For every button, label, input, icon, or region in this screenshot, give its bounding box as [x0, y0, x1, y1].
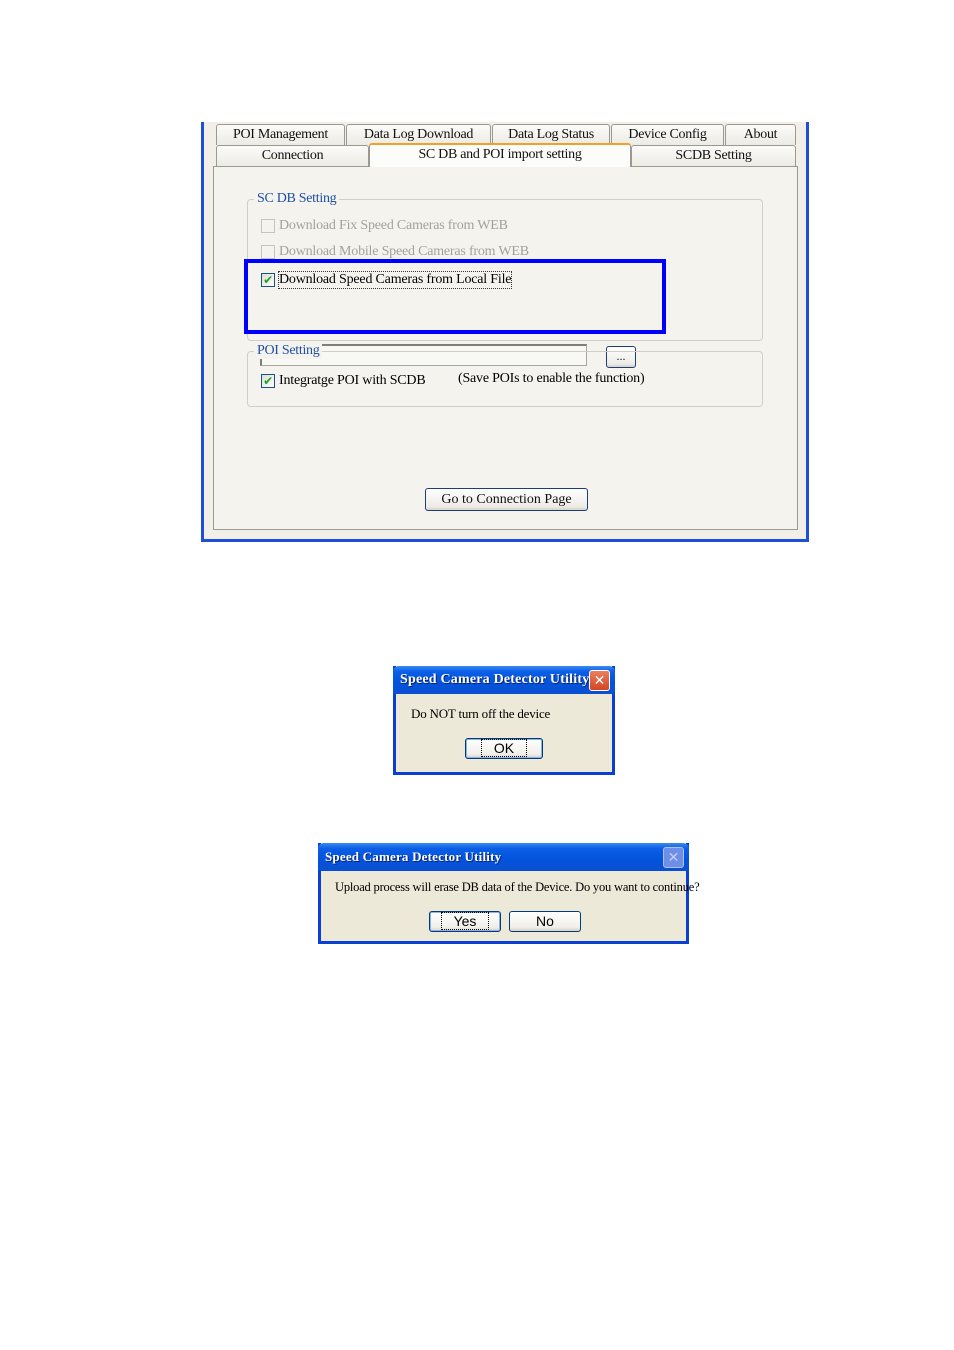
close-icon[interactable]: ✕ — [663, 847, 684, 868]
checkmark-icon: ✔ — [263, 374, 273, 388]
go-to-connection-button[interactable]: Go to Connection Page — [425, 488, 588, 511]
tab-about[interactable]: About — [725, 124, 796, 145]
mobile-cameras-checkbox[interactable] — [261, 245, 275, 259]
warning-dialog-titlebar[interactable]: Speed Camera Detector Utility — [393, 666, 615, 694]
warning-message: Do NOT turn off the device — [411, 706, 551, 721]
confirm-message: Upload process will erase DB data of the… — [335, 880, 700, 894]
mobile-cameras-option[interactable]: Download Mobile Speed Cameras from WEB — [261, 244, 529, 260]
confirm-dialog-title: Speed Camera Detector Utility — [325, 849, 502, 864]
tab-sc-db-poi-import[interactable]: SC DB and POI import setting — [369, 143, 631, 167]
tab-poi-management[interactable]: POI Management — [216, 124, 345, 145]
tab-panel: SC DB Setting Download Fix Speed Cameras… — [213, 166, 798, 530]
ok-button[interactable]: OK — [465, 738, 543, 759]
integrate-poi-option[interactable]: ✔ Integratge POI with SCDB — [261, 373, 426, 389]
tab-device-config[interactable]: Device Config — [611, 124, 724, 145]
fix-cameras-checkbox[interactable] — [261, 219, 275, 233]
warning-dialog: Speed Camera Detector Utility ✕ Do NOT t… — [393, 666, 615, 775]
poi-note-text: (Save POIs to enable the function) — [458, 371, 645, 386]
highlight-annotation — [244, 259, 666, 334]
mobile-cameras-label: Download Mobile Speed Cameras from WEB — [279, 244, 529, 259]
tab-scdb-setting[interactable]: SCDB Setting — [631, 145, 796, 166]
tab-connection[interactable]: Connection — [216, 145, 369, 166]
poi-group-legend: POI Setting — [254, 343, 323, 359]
tab-data-log-status[interactable]: Data Log Status — [492, 124, 610, 145]
confirm-dialog: Speed Camera Detector Utility ✕ Upload p… — [318, 843, 700, 944]
poi-note: (Save POIs to enable the function) — [458, 371, 645, 387]
close-icon[interactable]: ✕ — [589, 670, 610, 691]
fix-cameras-label: Download Fix Speed Cameras from WEB — [279, 218, 508, 233]
integrate-poi-label: Integratge POI with SCDB — [279, 373, 426, 388]
confirm-dialog-titlebar[interactable]: Speed Camera Detector Utility — [318, 843, 689, 871]
scdb-group-legend: SC DB Setting — [254, 191, 340, 207]
yes-button[interactable]: Yes — [429, 911, 501, 932]
fix-cameras-option[interactable]: Download Fix Speed Cameras from WEB — [261, 218, 508, 234]
tab-data-log-download[interactable]: Data Log Download — [346, 124, 491, 145]
integrate-poi-checkbox[interactable]: ✔ — [261, 374, 275, 388]
no-button[interactable]: No — [509, 911, 581, 932]
warning-dialog-title: Speed Camera Detector Utility — [400, 672, 590, 687]
